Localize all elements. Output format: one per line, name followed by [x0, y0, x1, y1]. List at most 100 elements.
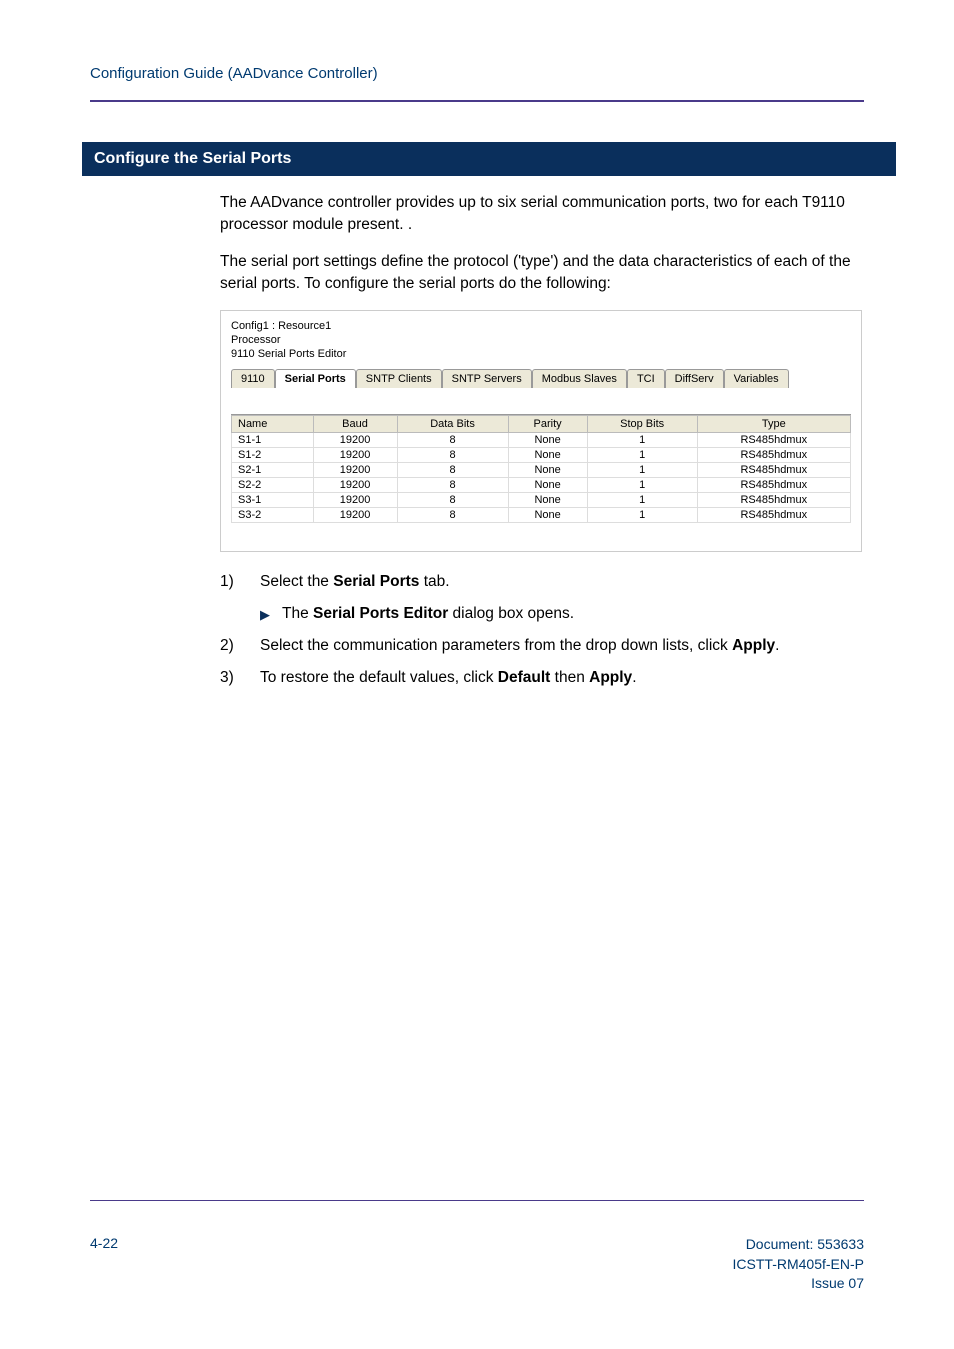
substep-text: The Serial Ports Editor dialog box opens…: [282, 602, 574, 626]
ss-line-1: Config1 : Resource1: [231, 319, 851, 333]
cell[interactable]: S1-2: [232, 447, 314, 462]
text: tab.: [419, 573, 449, 590]
arrow-icon: ▶: [260, 605, 270, 625]
cell[interactable]: 8: [397, 462, 508, 477]
cell[interactable]: None: [508, 462, 587, 477]
col-baud[interactable]: Baud: [313, 415, 397, 432]
cell[interactable]: 19200: [313, 477, 397, 492]
cell[interactable]: 1: [587, 507, 697, 522]
footer-row: 4-22 Document: 553633 ICSTT-RM405f-EN-P …: [90, 1235, 864, 1294]
page-footer: 4-22 Document: 553633 ICSTT-RM405f-EN-P …: [90, 1200, 864, 1294]
serial-ports-editor-screenshot: Config1 : Resource1 Processor 9110 Seria…: [220, 310, 862, 552]
tab-variables[interactable]: Variables: [724, 369, 789, 388]
table-row[interactable]: S2-1 19200 8 None 1 RS485hdmux: [232, 462, 851, 477]
text: then: [550, 669, 589, 686]
table-row[interactable]: S1-2 19200 8 None 1 RS485hdmux: [232, 447, 851, 462]
paragraph-2: The serial port settings define the prot…: [220, 251, 864, 296]
issue: Issue 07: [733, 1274, 864, 1294]
serial-ports-table[interactable]: Name Baud Data Bits Parity Stop Bits Typ…: [231, 415, 851, 523]
col-type[interactable]: Type: [697, 415, 850, 432]
page: Configuration Guide (AADvance Controller…: [0, 0, 954, 1349]
tab-9110[interactable]: 9110: [231, 369, 275, 388]
step-1-number: 1): [220, 570, 244, 594]
step-3-text: To restore the default values, click Def…: [260, 666, 637, 690]
step-1: 1) Select the Serial Ports tab.: [220, 570, 864, 594]
col-name[interactable]: Name: [232, 415, 314, 432]
table-row[interactable]: S3-1 19200 8 None 1 RS485hdmux: [232, 492, 851, 507]
step-1-substep: ▶ The Serial Ports Editor dialog box ope…: [260, 602, 864, 626]
tab-strip: 9110 Serial Ports SNTP Clients SNTP Serv…: [231, 368, 851, 387]
cell[interactable]: S3-2: [232, 507, 314, 522]
col-parity[interactable]: Parity: [508, 415, 587, 432]
bold-serial-ports-editor: Serial Ports Editor: [313, 605, 448, 622]
cell[interactable]: S1-1: [232, 432, 314, 447]
body-text-block: The AADvance controller provides up to s…: [220, 192, 864, 296]
table-row[interactable]: S2-2 19200 8 None 1 RS485hdmux: [232, 477, 851, 492]
cell[interactable]: 1: [587, 477, 697, 492]
section-heading: Configure the Serial Ports: [82, 142, 896, 176]
col-databits[interactable]: Data Bits: [397, 415, 508, 432]
cell[interactable]: RS485hdmux: [697, 432, 850, 447]
cell[interactable]: RS485hdmux: [697, 507, 850, 522]
table-body: S1-1 19200 8 None 1 RS485hdmux S1-2 1920…: [232, 432, 851, 522]
cell[interactable]: RS485hdmux: [697, 477, 850, 492]
cell[interactable]: None: [508, 477, 587, 492]
footer-rule: [90, 1200, 864, 1201]
bold-apply: Apply: [589, 669, 632, 686]
text: .: [775, 637, 779, 654]
cell[interactable]: RS485hdmux: [697, 447, 850, 462]
header-rule: [90, 100, 864, 102]
cell[interactable]: S2-2: [232, 477, 314, 492]
text: Select the communication parameters from…: [260, 637, 732, 654]
cell[interactable]: None: [508, 492, 587, 507]
cell[interactable]: RS485hdmux: [697, 492, 850, 507]
table-row[interactable]: S3-2 19200 8 None 1 RS485hdmux: [232, 507, 851, 522]
cell[interactable]: S2-1: [232, 462, 314, 477]
screenshot-title-lines: Config1 : Resource1 Processor 9110 Seria…: [231, 319, 851, 362]
step-3: 3) To restore the default values, click …: [220, 666, 864, 690]
steps-list: 1) Select the Serial Ports tab. ▶ The Se…: [220, 570, 864, 690]
step-2-number: 2): [220, 634, 244, 658]
cell[interactable]: None: [508, 507, 587, 522]
cell[interactable]: 19200: [313, 432, 397, 447]
cell[interactable]: 19200: [313, 507, 397, 522]
tab-sntp-servers[interactable]: SNTP Servers: [442, 369, 532, 388]
cell[interactable]: 1: [587, 447, 697, 462]
tab-serial-ports[interactable]: Serial Ports: [275, 369, 356, 388]
bold-apply: Apply: [732, 637, 775, 654]
page-number: 4-22: [90, 1235, 118, 1294]
text: The: [282, 605, 313, 622]
cell[interactable]: None: [508, 432, 587, 447]
table-row[interactable]: S1-1 19200 8 None 1 RS485hdmux: [232, 432, 851, 447]
cell[interactable]: 19200: [313, 447, 397, 462]
cell[interactable]: 8: [397, 432, 508, 447]
tab-tci[interactable]: TCI: [627, 369, 665, 388]
step-2: 2) Select the communication parameters f…: [220, 634, 864, 658]
cell[interactable]: 8: [397, 492, 508, 507]
tab-modbus-slaves[interactable]: Modbus Slaves: [532, 369, 627, 388]
cell[interactable]: 1: [587, 432, 697, 447]
step-1-text: Select the Serial Ports tab.: [260, 570, 450, 594]
cell[interactable]: 1: [587, 492, 697, 507]
cell[interactable]: RS485hdmux: [697, 462, 850, 477]
text: To restore the default values, click: [260, 669, 498, 686]
cell[interactable]: 8: [397, 507, 508, 522]
tab-sntp-clients[interactable]: SNTP Clients: [356, 369, 442, 388]
cell[interactable]: 8: [397, 447, 508, 462]
cell[interactable]: 8: [397, 477, 508, 492]
cell[interactable]: 19200: [313, 462, 397, 477]
col-stopbits[interactable]: Stop Bits: [587, 415, 697, 432]
text: Select the: [260, 573, 333, 590]
doc-code: ICSTT-RM405f-EN-P: [733, 1255, 864, 1275]
tab-diffserv[interactable]: DiffServ: [665, 369, 724, 388]
cell[interactable]: 19200: [313, 492, 397, 507]
paragraph-1: The AADvance controller provides up to s…: [220, 192, 864, 237]
cell[interactable]: S3-1: [232, 492, 314, 507]
step-2-text: Select the communication parameters from…: [260, 634, 779, 658]
text: .: [632, 669, 636, 686]
cell[interactable]: 1: [587, 462, 697, 477]
bold-default: Default: [498, 669, 551, 686]
ss-line-2: Processor: [231, 333, 851, 347]
cell[interactable]: None: [508, 447, 587, 462]
ss-line-3: 9110 Serial Ports Editor: [231, 347, 851, 361]
